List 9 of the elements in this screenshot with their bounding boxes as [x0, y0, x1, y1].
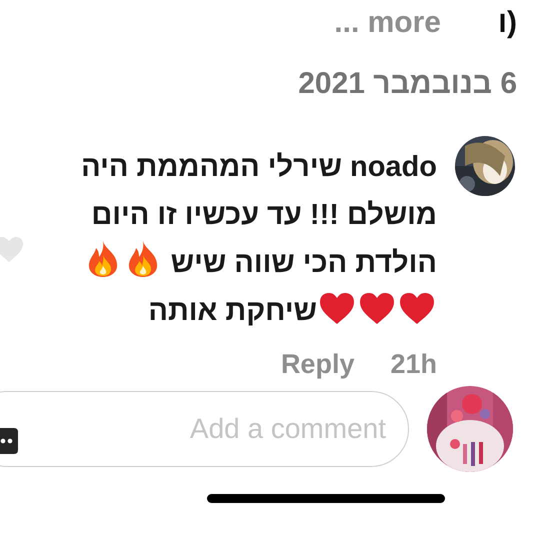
reply-button[interactable]: Reply [280, 349, 354, 380]
timestamp: 21h [390, 349, 437, 380]
heart-icon [399, 292, 435, 325]
post-date: 6 בנובמבר 2021 [297, 67, 517, 101]
more-link[interactable]: ... more [334, 6, 441, 40]
heart-icon [319, 292, 355, 325]
caption-text: (ו [496, 6, 517, 40]
comment-input[interactable]: Add a comment [0, 391, 409, 467]
heart-icon [359, 292, 395, 325]
